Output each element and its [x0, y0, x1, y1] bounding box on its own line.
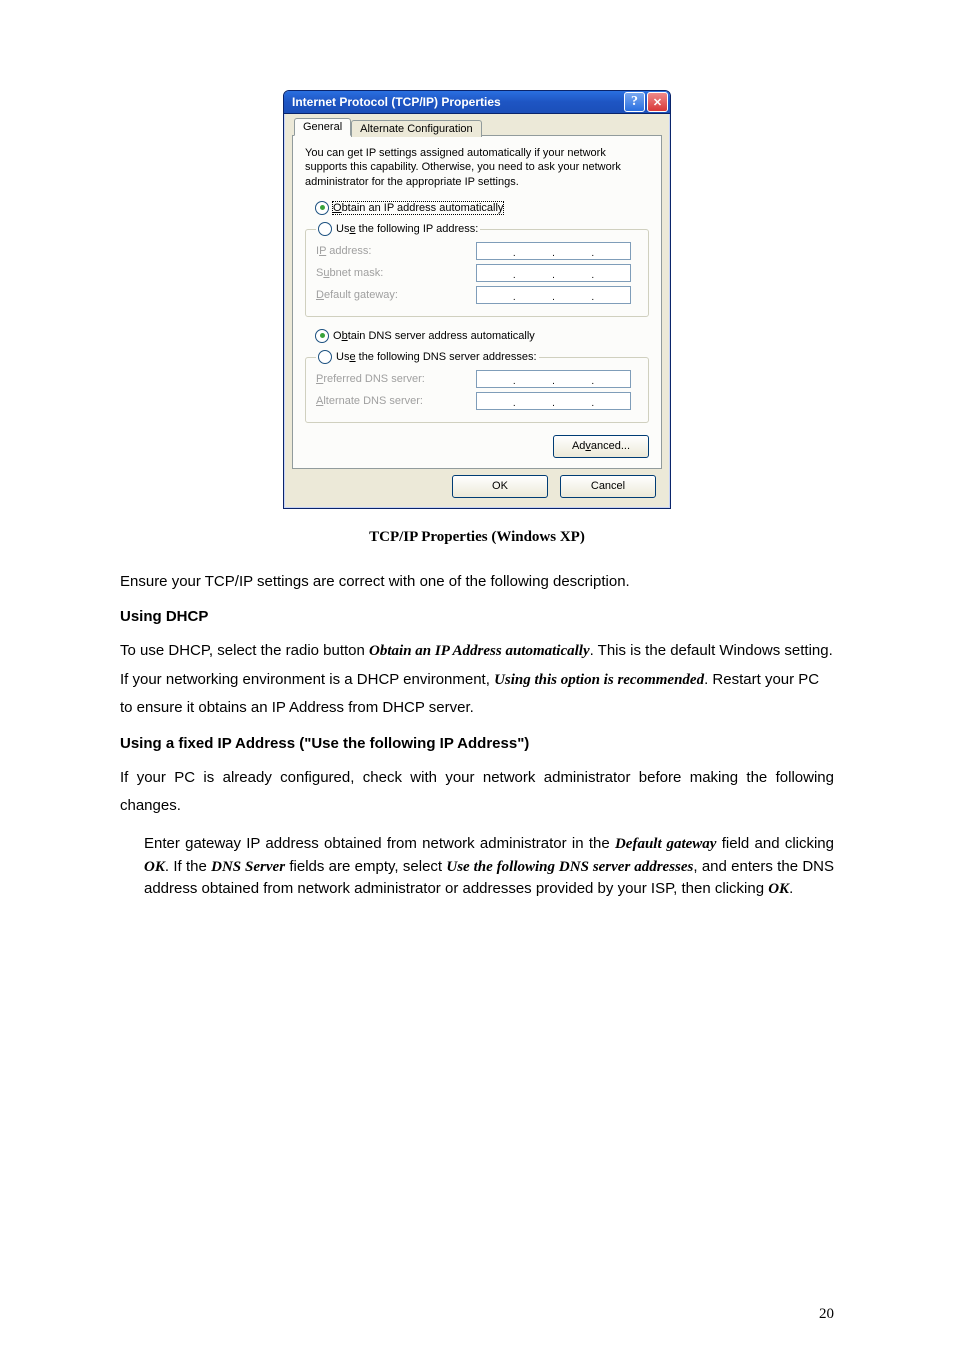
radio-ip-manual[interactable] [318, 222, 332, 236]
tab-general[interactable]: General [294, 118, 351, 136]
tabpage-general: You can get IP settings assigned automat… [292, 135, 662, 469]
label-preferred-dns: Preferred DNS server: [316, 373, 476, 385]
input-ip-address: ... [476, 242, 631, 260]
description-text: You can get IP settings assigned automat… [305, 146, 649, 189]
para-fixed: If your PC is already configured, check … [120, 764, 834, 821]
radio-ip-manual-row: Use the following IP address: [316, 222, 480, 236]
figure-caption: TCP/IP Properties (Windows XP) [120, 529, 834, 546]
radio-ip-auto[interactable] [315, 201, 329, 215]
input-preferred-dns: ... [476, 370, 631, 388]
heading-using-fixed: Using a fixed IP Address ("Use the follo… [120, 735, 834, 752]
label-subnet-mask: Subnet mask: [316, 267, 476, 279]
advanced-button[interactable]: Advanced... [553, 435, 649, 458]
cancel-button[interactable]: Cancel [560, 475, 656, 498]
radio-dns-manual-label[interactable]: Use the following DNS server addresses: [336, 351, 537, 363]
input-default-gateway: ... [476, 286, 631, 304]
radio-ip-manual-label[interactable]: Use the following IP address: [336, 223, 478, 235]
page-number: 20 [819, 1306, 834, 1323]
para-ensure: Ensure your TCP/IP settings are correct … [120, 568, 834, 597]
titlebar[interactable]: Internet Protocol (TCP/IP) Properties ? … [284, 91, 670, 114]
input-subnet-mask: ... [476, 264, 631, 282]
radio-ip-auto-label[interactable]: Obtain an IP address automatically [333, 202, 503, 214]
dialog-title: Internet Protocol (TCP/IP) Properties [292, 95, 622, 109]
radio-dns-manual-row: Use the following DNS server addresses: [316, 350, 539, 364]
radio-dns-manual[interactable] [318, 350, 332, 364]
heading-using-dhcp: Using DHCP [120, 608, 834, 625]
close-button[interactable]: ✕ [647, 92, 668, 112]
radio-dns-auto-label[interactable]: Obtain DNS server address automatically [333, 330, 535, 342]
tabstrip: General Alternate Configuration [292, 118, 662, 136]
help-button[interactable]: ? [624, 92, 645, 112]
label-default-gateway: Default gateway: [316, 289, 476, 301]
input-alternate-dns: ... [476, 392, 631, 410]
label-ip-address: IP address: [316, 245, 476, 257]
para-dhcp: To use DHCP, select the radio button Obt… [120, 637, 834, 723]
para-indent: Enter gateway IP address obtained from n… [120, 833, 834, 901]
label-alternate-dns: Alternate DNS server: [316, 395, 476, 407]
tab-alternate-configuration[interactable]: Alternate Configuration [351, 120, 482, 137]
tcpip-properties-dialog: Internet Protocol (TCP/IP) Properties ? … [283, 90, 671, 509]
radio-dns-auto[interactable] [315, 329, 329, 343]
ok-button[interactable]: OK [452, 475, 548, 498]
